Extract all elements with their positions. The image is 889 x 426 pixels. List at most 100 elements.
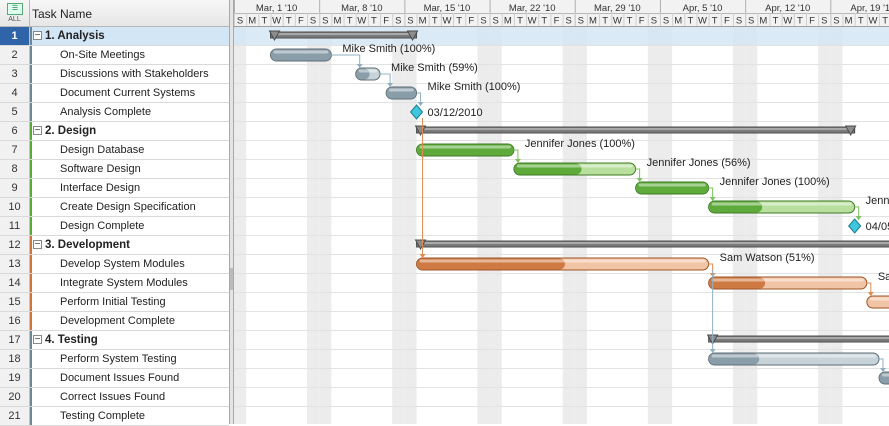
day-label: S (651, 16, 657, 27)
dependency-arrow (417, 102, 424, 106)
row-number[interactable]: 17 (0, 331, 30, 349)
day-label: T (286, 16, 292, 27)
task-row[interactable]: 7 Design Database (0, 141, 229, 160)
task-name: Testing Complete (60, 410, 145, 422)
task-row[interactable]: 12−3. Development (0, 236, 229, 255)
row-number[interactable]: 1 (0, 27, 30, 45)
row-number[interactable]: 11 (0, 217, 30, 235)
task-row[interactable]: 10 Create Design Specification (0, 198, 229, 217)
row-number[interactable]: 6 (0, 122, 30, 140)
collapse-toggle-icon[interactable]: − (33, 126, 42, 136)
day-label: M (248, 16, 256, 27)
task-resource-label: Sam Watson (36%) (878, 271, 889, 283)
task-row[interactable]: 2 On-Site Meetings (0, 46, 229, 65)
row-number[interactable]: 7 (0, 141, 30, 159)
task-row[interactable]: 14 Integrate System Modules (0, 274, 229, 293)
row-color-indicator (30, 27, 32, 45)
day-label: S (310, 16, 316, 27)
task-name: Create Design Specification (60, 201, 196, 213)
task-name: Document Current Systems (60, 87, 196, 99)
task-name: Discussions with Stakeholders (60, 68, 209, 80)
task-resource-label: Jennifer Jones (100%) (525, 138, 635, 150)
dependency-arrow (709, 349, 716, 353)
day-label: M (589, 16, 597, 27)
row-number[interactable]: 9 (0, 179, 30, 197)
row-number[interactable]: 10 (0, 198, 30, 216)
all-label: ALL (8, 16, 21, 23)
row-number[interactable]: 12 (0, 236, 30, 254)
week-label: Mar, 29 '10 (594, 3, 641, 14)
summary-bar-highlight (417, 128, 854, 130)
task-row[interactable]: 1−1. Analysis (0, 27, 229, 46)
week-label: Apr, 19 '10 (850, 3, 889, 14)
collapse-toggle-icon[interactable]: − (33, 31, 42, 41)
collapse-toggle-icon[interactable]: − (33, 240, 42, 250)
task-bar-gloss (389, 88, 414, 92)
task-bar-gloss (711, 202, 852, 206)
day-label: W (698, 16, 707, 27)
task-name: Correct Issues Found (60, 391, 166, 403)
task-name: Analysis Complete (60, 106, 152, 118)
task-row[interactable]: 15 Perform Initial Testing (0, 293, 229, 312)
task-bar-gloss (419, 259, 706, 263)
row-color-indicator (30, 350, 32, 368)
day-label: S (237, 16, 243, 27)
weekend-shade (562, 27, 575, 424)
task-resource-label: Jennifer Jones (37%) (866, 195, 889, 207)
splitter-grip[interactable] (230, 268, 233, 290)
task-row[interactable]: 17−4. Testing (0, 331, 229, 350)
dependency-arrow (709, 197, 716, 201)
task-row[interactable]: 3 Discussions with Stakeholders (0, 65, 229, 84)
expand-all-button[interactable]: ☰ ALL (0, 0, 30, 26)
task-row[interactable]: 13 Develop System Modules (0, 255, 229, 274)
summary-bar-highlight (709, 337, 889, 339)
day-label: W (613, 16, 622, 27)
row-number[interactable]: 18 (0, 350, 30, 368)
task-name: Interface Design (60, 182, 141, 194)
row-number[interactable]: 5 (0, 103, 30, 121)
task-row[interactable]: 16 Development Complete (0, 312, 229, 331)
task-row[interactable]: 18 Perform System Testing (0, 350, 229, 369)
task-name-column-header[interactable]: Task Name (32, 7, 92, 21)
day-label: T (262, 16, 268, 27)
weekend-shade (659, 27, 673, 424)
collapse-toggle-icon[interactable]: − (33, 335, 42, 345)
row-number[interactable]: 4 (0, 84, 30, 102)
row-number[interactable]: 15 (0, 293, 30, 311)
row-color-indicator (30, 217, 32, 235)
row-number[interactable]: 21 (0, 407, 30, 425)
row-number[interactable]: 8 (0, 160, 30, 178)
row-number[interactable]: 19 (0, 369, 30, 387)
day-label: W (528, 16, 537, 27)
row-number[interactable]: 2 (0, 46, 30, 64)
day-label: F (298, 16, 304, 27)
task-row[interactable]: 20 Correct Issues Found (0, 388, 229, 407)
task-row[interactable]: 21 Testing Complete (0, 407, 229, 426)
day-label: W (783, 16, 792, 27)
row-number[interactable]: 14 (0, 274, 30, 292)
day-label: S (736, 16, 742, 27)
task-row[interactable]: 19 Document Issues Found (0, 369, 229, 388)
milestone-diamond[interactable] (848, 218, 862, 234)
row-number[interactable]: 20 (0, 388, 30, 406)
row-number[interactable]: 16 (0, 312, 30, 330)
task-row[interactable]: 5 Analysis Complete (0, 103, 229, 122)
row-color-indicator (30, 160, 32, 178)
task-name: 2. Design (45, 125, 97, 137)
row-color-indicator (30, 255, 32, 273)
day-label: T (456, 16, 462, 27)
day-label: T (432, 16, 438, 27)
task-row[interactable]: 4 Document Current Systems (0, 84, 229, 103)
task-row[interactable]: 6−2. Design (0, 122, 229, 141)
row-number[interactable]: 3 (0, 65, 30, 83)
day-label: M (504, 16, 512, 27)
task-row[interactable]: 8 Software Design (0, 160, 229, 179)
day-label: T (773, 16, 779, 27)
row-color-indicator (30, 198, 32, 216)
grid-header: ☰ ALL Task Name (0, 0, 229, 27)
task-row[interactable]: 9 Interface Design (0, 179, 229, 198)
task-row[interactable]: 11 Design Complete (0, 217, 229, 236)
day-label: F (468, 16, 474, 27)
row-number[interactable]: 13 (0, 255, 30, 273)
week-label: Mar, 1 '10 (256, 3, 297, 14)
